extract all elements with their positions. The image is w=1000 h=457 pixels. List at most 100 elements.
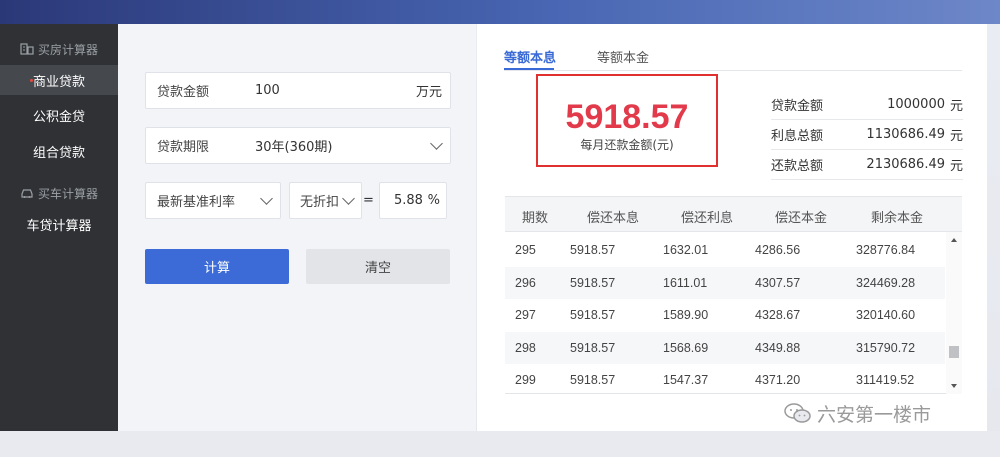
discount-select[interactable]: 无折扣 xyxy=(289,182,362,219)
cell-principal: 4349.88 xyxy=(755,341,801,355)
tabs-divider xyxy=(504,70,962,71)
interest-rate-input[interactable]: 5.88 % xyxy=(379,182,447,219)
bottom-banner xyxy=(0,431,1000,457)
cell-interest: 1632.01 xyxy=(663,243,709,257)
top-banner xyxy=(0,0,1000,24)
cell-remaining: 320140.60 xyxy=(856,308,916,322)
cell-installment: 5918.57 xyxy=(570,373,616,387)
table-row: 299 5918.57 1547.37 4371.20 311419.52 xyxy=(505,364,945,393)
cell-installment: 5918.57 xyxy=(570,308,616,322)
sidebar-item-provident-fund-loan[interactable]: 公积金贷 xyxy=(0,100,118,130)
loan-amount-label: 贷款金额 xyxy=(157,85,210,100)
table-row: 296 5918.57 1611.01 4307.57 324469.28 xyxy=(505,267,945,299)
summary-value: 2130686.49 xyxy=(866,156,945,172)
cell-period: 296 xyxy=(515,276,536,290)
summary-loan-amount: 贷款金额 1000000 元 xyxy=(771,90,963,118)
tab-equal-principal[interactable]: 等额本金 xyxy=(597,47,649,66)
cell-installment: 5918.57 xyxy=(570,243,616,257)
cell-remaining: 324469.28 xyxy=(856,276,916,290)
active-tab-indicator xyxy=(504,68,554,70)
sidebar-group-car: 买车计算器 xyxy=(0,180,118,206)
column-header-principal: 偿还本金 xyxy=(775,211,828,226)
house-calculator-icon xyxy=(20,43,34,55)
loan-amount-unit: 万元 xyxy=(415,85,442,100)
sidebar: 买房计算器 商业贷款 公积金贷 组合贷款 买车计算器 车贷计算器 xyxy=(0,24,118,431)
sidebar-item-commercial-loan[interactable]: 商业贷款 xyxy=(0,65,118,95)
sidebar-group-house-label: 买房计算器 xyxy=(37,42,98,57)
loan-amount-field[interactable]: 贷款金额 100 万元 xyxy=(145,72,451,109)
summary-unit: 元 xyxy=(949,98,963,114)
rate-type-select[interactable]: 最新基准利率 xyxy=(145,182,281,219)
cell-interest: 1547.37 xyxy=(663,373,709,387)
cell-principal: 4307.57 xyxy=(755,276,801,290)
cell-interest: 1589.90 xyxy=(663,308,709,322)
monthly-payment-highlight: 5918.57 每月还款金额(元) xyxy=(536,74,718,167)
cell-period: 297 xyxy=(515,308,536,322)
cell-period: 295 xyxy=(515,243,536,257)
calculate-button[interactable]: 计算 xyxy=(145,249,289,284)
interest-rate-unit: % xyxy=(427,193,440,208)
sidebar-item-label: 商业贷款 xyxy=(32,74,85,90)
sidebar-item-combined-loan[interactable]: 组合贷款 xyxy=(0,136,118,166)
table-scrollbar[interactable] xyxy=(946,232,962,394)
column-header-interest: 偿还利息 xyxy=(681,211,734,226)
scrollbar-thumb[interactable] xyxy=(949,346,959,358)
repayment-table-body[interactable]: 295 5918.57 1632.01 4286.56 328776.84 29… xyxy=(505,232,962,394)
cell-remaining: 315790.72 xyxy=(856,341,916,355)
summary-value: 1130686.49 xyxy=(866,126,945,142)
chevron-down-icon xyxy=(342,191,355,205)
summary-unit: 元 xyxy=(949,158,963,174)
watermark-text: 六安第一楼市 xyxy=(817,403,932,426)
monthly-payment-amount: 5918.57 xyxy=(565,98,689,136)
column-header-period: 期数 xyxy=(522,211,549,226)
cell-remaining: 328776.84 xyxy=(856,243,916,257)
summary-total-interest: 利息总额 1130686.49 元 xyxy=(771,120,963,148)
table-row: 295 5918.57 1632.01 4286.56 328776.84 xyxy=(505,234,945,266)
cell-interest: 1611.01 xyxy=(663,276,708,290)
sidebar-group-house: 买房计算器 xyxy=(0,36,118,62)
rate-type-value: 最新基准利率 xyxy=(157,195,236,210)
summary-divider xyxy=(771,179,963,180)
clear-button[interactable]: 清空 xyxy=(306,249,450,284)
sidebar-group-car-label: 买车计算器 xyxy=(37,186,98,201)
loan-amount-value: 100 xyxy=(255,83,280,98)
cell-principal: 4286.56 xyxy=(755,243,801,257)
summary-total-repayment: 还款总额 2130686.49 元 xyxy=(771,150,963,178)
scroll-down-arrow-icon[interactable] xyxy=(951,384,957,388)
cell-installment: 5918.57 xyxy=(570,341,616,355)
column-header-remaining: 剩余本金 xyxy=(871,211,924,226)
cell-remaining: 311419.52 xyxy=(856,373,915,387)
cell-installment: 5918.57 xyxy=(570,276,616,290)
table-row: 297 5918.57 1589.90 4328.67 320140.60 xyxy=(505,299,945,331)
loan-term-select[interactable]: 贷款期限 30年(360期) xyxy=(145,127,451,164)
summary-label: 贷款金额 xyxy=(771,98,824,114)
cell-principal: 4371.20 xyxy=(755,373,801,387)
equals-sign: = xyxy=(363,193,374,208)
summary-value: 1000000 xyxy=(887,96,945,112)
sidebar-item-label: 组合贷款 xyxy=(32,145,85,161)
interest-rate-value: 5.88 xyxy=(394,193,423,208)
cell-period: 299 xyxy=(515,373,536,387)
chevron-down-icon xyxy=(260,191,273,205)
discount-value: 无折扣 xyxy=(300,195,340,210)
repayment-table-header: 期数 偿还本息 偿还利息 偿还本金 剩余本金 xyxy=(505,196,962,232)
sidebar-item-label: 车贷计算器 xyxy=(26,218,92,234)
table-row: 298 5918.57 1568.69 4349.88 315790.72 xyxy=(505,332,945,364)
car-icon xyxy=(21,189,33,198)
sidebar-item-label: 公积金贷 xyxy=(32,109,85,125)
cell-principal: 4328.67 xyxy=(755,308,801,322)
chevron-down-icon xyxy=(430,136,443,150)
scroll-up-arrow-icon[interactable] xyxy=(951,238,957,242)
tab-equal-installment[interactable]: 等额本息 xyxy=(504,47,556,66)
sidebar-item-car-loan-calculator[interactable]: 车贷计算器 xyxy=(0,209,118,239)
watermark: 六安第一楼市 xyxy=(783,398,931,428)
monthly-payment-caption: 每月还款金额(元) xyxy=(580,138,674,152)
summary-unit: 元 xyxy=(949,128,963,144)
loan-term-label: 贷款期限 xyxy=(157,140,210,155)
summary-label: 还款总额 xyxy=(771,158,824,174)
cell-period: 298 xyxy=(515,341,536,355)
summary-label: 利息总额 xyxy=(771,128,824,144)
column-header-installment: 偿还本息 xyxy=(587,211,640,226)
loan-term-value: 30年(360期) xyxy=(255,140,333,155)
wechat-icon xyxy=(784,403,811,423)
